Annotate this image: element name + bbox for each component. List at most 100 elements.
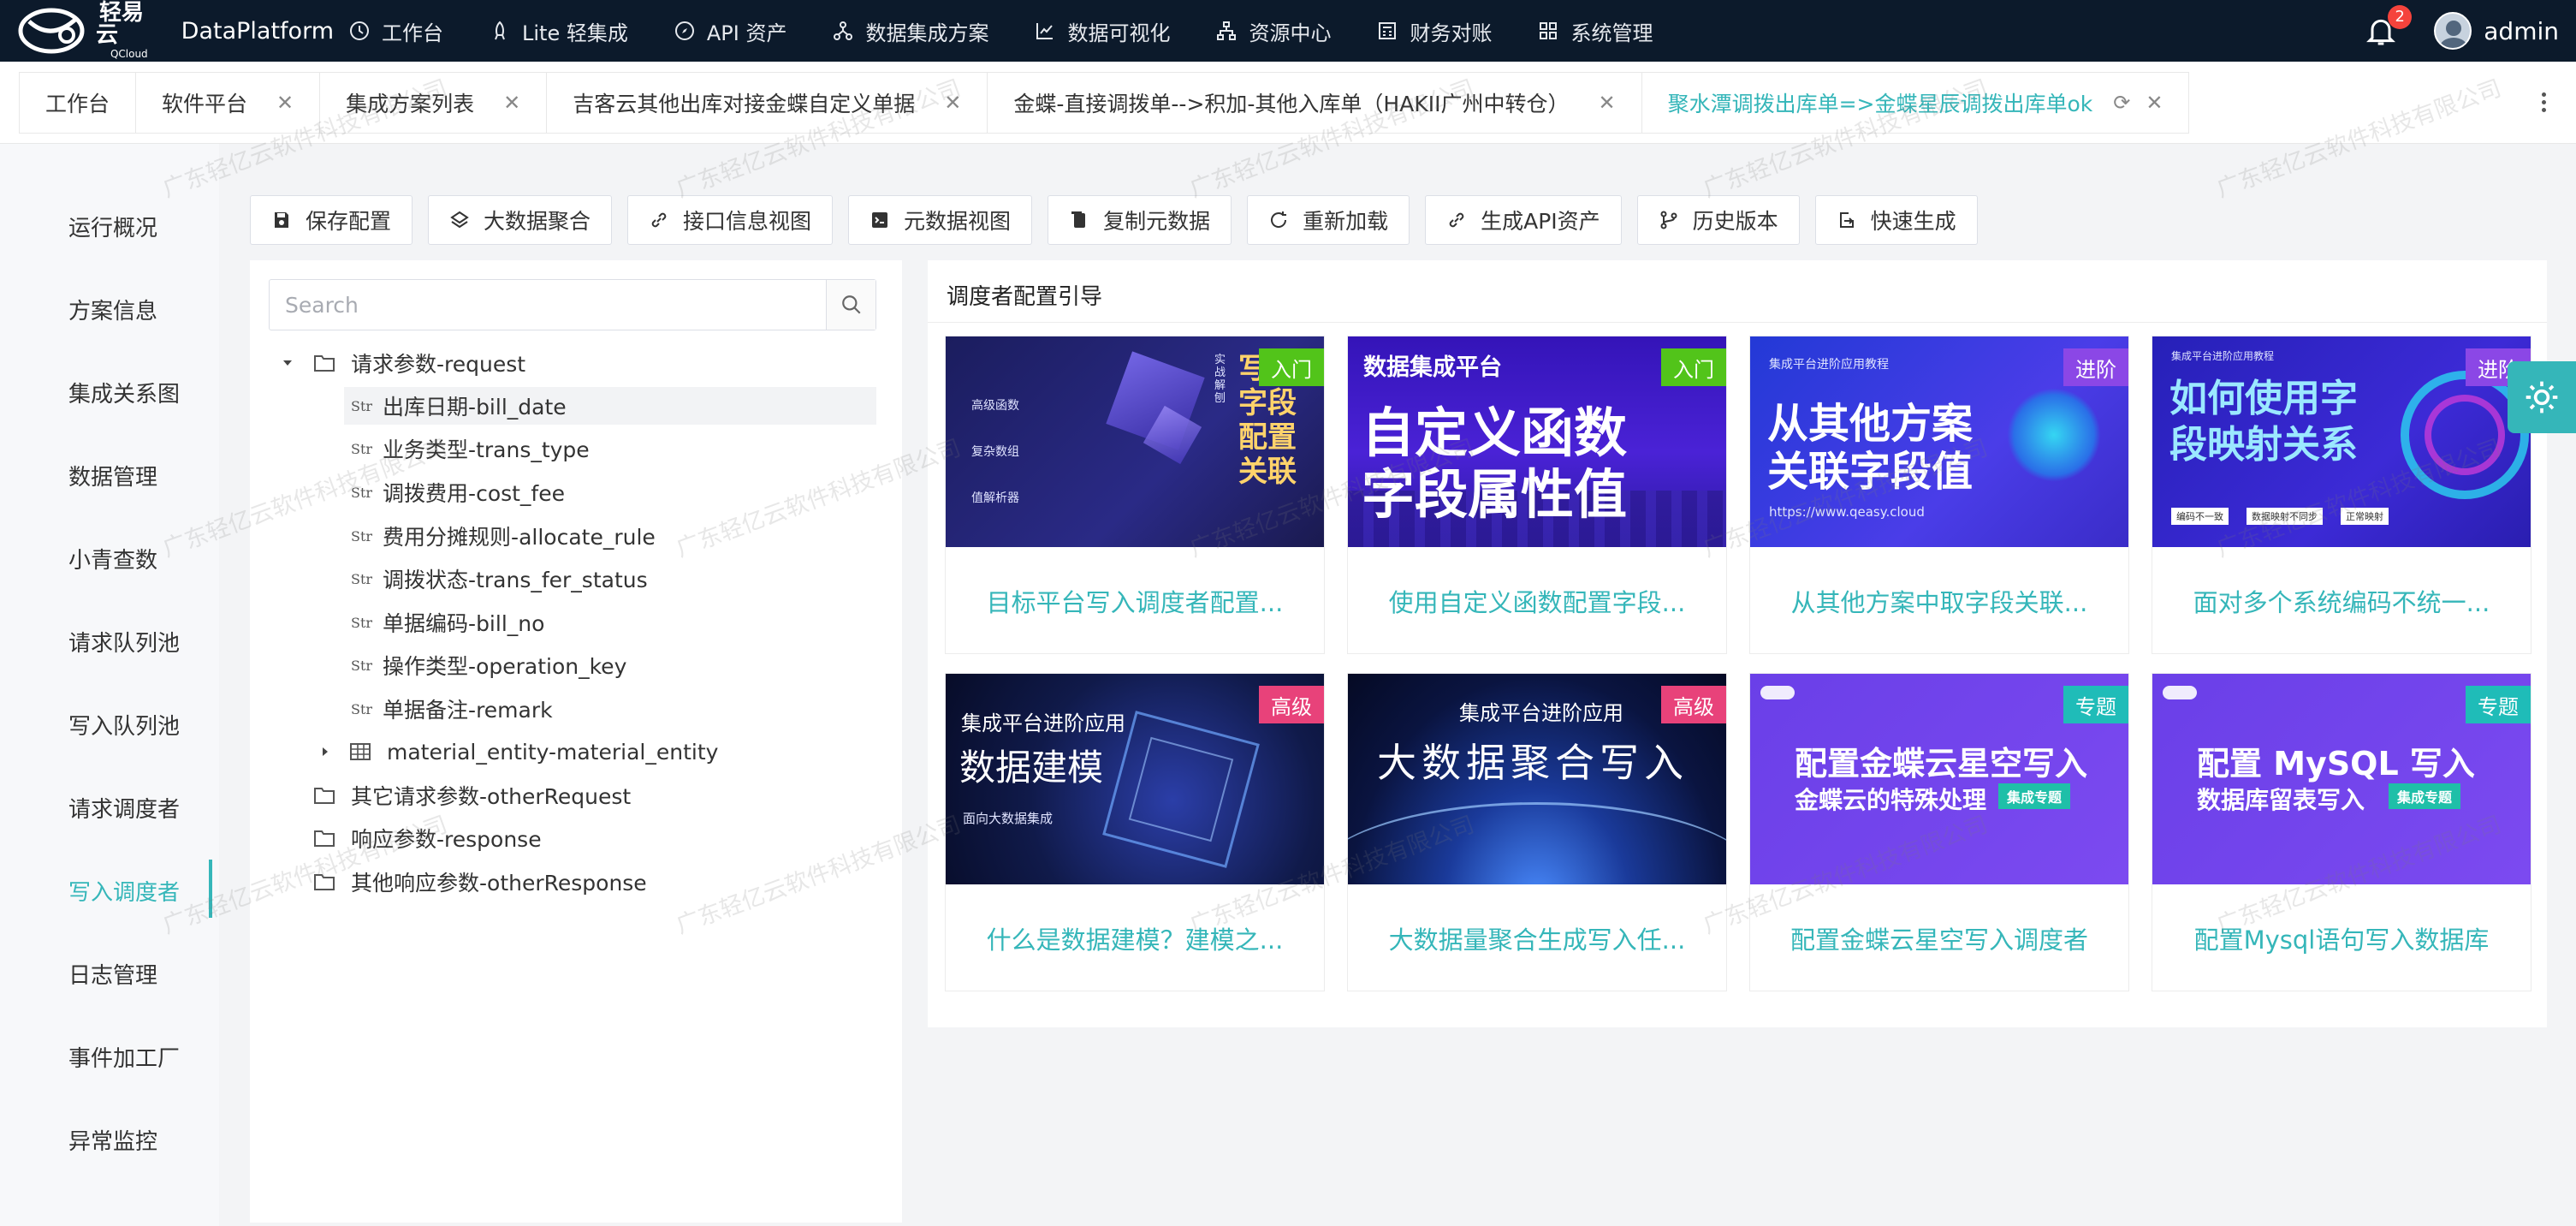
card-title[interactable]: 配置金蝶云星空写入调度者 xyxy=(1750,884,2128,992)
nav-item-resource-center[interactable]: 资源中心 xyxy=(1216,16,1331,46)
caret-down-icon[interactable] xyxy=(279,354,296,372)
tab-solution-list[interactable]: 集成方案列表 ✕ xyxy=(319,72,547,134)
tab-label: 工作台 xyxy=(45,92,110,116)
nav-item-label: API 资产 xyxy=(706,21,787,45)
save-config-button[interactable]: 保存配置 xyxy=(250,195,413,245)
tree-node-material-entity[interactable]: material_entity-material_entity xyxy=(317,733,718,771)
guide-card[interactable]: 集成平台进阶应用 数据建模 面向大数据集成 高级 什么是数据建模？建模之... xyxy=(945,673,1325,991)
nav-item-system-admin[interactable]: 系统管理 xyxy=(1538,16,1653,46)
tree-node-label: 调拨状态-trans_fer_status xyxy=(383,568,648,592)
logo[interactable]: 轻易云 QCloud DataPlatform xyxy=(17,2,334,60)
level-tag: 入门 xyxy=(1661,348,1726,386)
tree-node-other-response[interactable]: 其他响应参数-otherResponse xyxy=(313,863,647,901)
nav-item-label: Lite 轻集成 xyxy=(522,21,628,45)
tab-workbench[interactable]: 工作台 xyxy=(19,72,136,134)
tab-jushuitan-kingdee-active[interactable]: 聚水潭调拨出库单=>金蝶星辰调拨出库单ok ⟳ ✕ xyxy=(1641,72,2190,134)
nav-item-label: 数据集成方案 xyxy=(865,21,989,45)
reload-button[interactable]: 重新加载 xyxy=(1247,195,1410,245)
img-line: 值解析器 xyxy=(971,491,1019,505)
card-title[interactable]: 使用自定义函数配置字段... xyxy=(1348,547,1726,655)
search-input[interactable] xyxy=(270,280,817,330)
caret-right-icon[interactable] xyxy=(317,743,334,760)
card-title[interactable]: 目标平台写入调度者配置... xyxy=(946,547,1324,655)
search-button[interactable] xyxy=(826,280,875,330)
card-title[interactable]: 大数据量聚合生成写入任... xyxy=(1348,884,1726,992)
copy-metadata-button[interactable]: 复制元数据 xyxy=(1048,195,1232,245)
more-vertical-icon[interactable] xyxy=(2542,92,2547,113)
card-title[interactable]: 配置Mysql语句写入数据库 xyxy=(2152,884,2531,992)
tree-node-response[interactable]: 响应参数-response xyxy=(313,819,542,857)
tab-software-platform[interactable]: 软件平台 ✕ xyxy=(135,72,320,134)
left-sidebar: 运行概况 方案信息 集成关系图 数据管理 小青查数 请求队列池 写入队列池 请求… xyxy=(0,144,219,1226)
tree-node-other-request[interactable]: 其它请求参数-otherRequest xyxy=(313,777,631,814)
sidebar-item-event-factory[interactable]: 事件加工厂 xyxy=(68,1041,180,1073)
tree-node-cost-fee[interactable]: Str 调拨费用-cost_fee xyxy=(351,473,565,511)
metadata-view-button[interactable]: 元数据视图 xyxy=(848,195,1033,245)
tab-jackyun-kingdee[interactable]: 吉客云其他出库对接金蝶自定义单据 ✕ xyxy=(546,72,988,134)
guide-card[interactable]: 配置 MySQL 写入 数据库留表写入 集成专题 专题 配置Mysql语句写入数… xyxy=(2152,673,2531,991)
close-icon[interactable]: ✕ xyxy=(276,91,294,115)
nav-item-finance[interactable]: 财务对账 xyxy=(1377,16,1492,46)
tree-node-label: 响应参数-response xyxy=(351,827,542,852)
close-icon[interactable]: ✕ xyxy=(503,91,520,115)
sidebar-item-log-management[interactable]: 日志管理 xyxy=(68,958,157,990)
tab-kingdee-jijia[interactable]: 金蝶-直接调拨单-->积加-其他入库单（HAKII广州中转仓） ✕ xyxy=(987,72,1641,134)
sidebar-item-request-scheduler[interactable]: 请求调度者 xyxy=(68,792,180,824)
tree-node-trans-fer-status[interactable]: Str 调拨状态-trans_fer_status xyxy=(351,560,648,598)
card-title[interactable]: 从其他方案中取字段关联... xyxy=(1750,547,2128,655)
guide-card[interactable]: 集成平台进阶应用教程 如何使用字 段映射关系 编码不一致 数据映射不同步 正常映… xyxy=(2152,336,2531,654)
guide-card[interactable]: 集成平台进阶应用 大数据聚合写入 高级 大数据量聚合生成写入任... xyxy=(1347,673,1727,991)
card-title[interactable]: 面对多个系统编码不统一... xyxy=(2152,547,2531,655)
tree-node-allocate-rule[interactable]: Str 费用分摊规则-allocate_rule xyxy=(351,517,656,555)
nav-item-workbench[interactable]: 工作台 xyxy=(349,16,443,46)
nav-item-label: 工作台 xyxy=(382,21,443,45)
button-label: 快速生成 xyxy=(1870,209,1956,234)
nav-item-label: 数据可视化 xyxy=(1067,21,1171,45)
settings-float-button[interactable] xyxy=(2508,361,2576,433)
generate-api-asset-button[interactable]: 生成API资产 xyxy=(1425,195,1622,245)
sidebar-item-exception-monitor[interactable]: 异常监控 xyxy=(68,1124,157,1156)
big-data-aggregate-button[interactable]: 大数据聚合 xyxy=(428,195,613,245)
card-title[interactable]: 什么是数据建模？建模之... xyxy=(946,884,1324,992)
refresh-icon[interactable]: ⟳ xyxy=(2113,91,2130,115)
tree-node-remark[interactable]: Str 单据备注-remark xyxy=(351,690,553,728)
sidebar-item-query[interactable]: 小青查数 xyxy=(68,543,157,574)
nav-item-integration-solutions[interactable]: 数据集成方案 xyxy=(833,16,988,46)
string-type-icon: Str xyxy=(351,657,373,674)
nav-item-api-assets[interactable]: API 资产 xyxy=(674,16,787,46)
sidebar-item-data-management[interactable]: 数据管理 xyxy=(68,460,157,491)
tree-node-trans-type[interactable]: Str 业务类型-trans_type xyxy=(351,430,590,467)
img-headline: 大数据聚合写入 xyxy=(1377,740,1689,786)
quick-generate-button[interactable]: 快速生成 xyxy=(1814,195,1978,245)
tree-node-request[interactable]: 请求参数-request xyxy=(279,344,525,382)
img-headline: 字段属性值 xyxy=(1362,463,1628,526)
sidebar-item-relation-graph[interactable]: 集成关系图 xyxy=(68,377,180,408)
nav-item-visualization[interactable]: 数据可视化 xyxy=(1035,16,1170,46)
platform-name: DataPlatform xyxy=(181,17,334,45)
tree-node-operation-key[interactable]: Str 操作类型-operation_key xyxy=(351,646,626,684)
notification-button[interactable]: 2 xyxy=(2364,5,2413,48)
username[interactable]: admin xyxy=(2484,17,2559,45)
guide-card[interactable]: 数据集成平台 自定义函数 字段属性值 入门 使用自定义函数配置字段... xyxy=(1347,336,1727,654)
sidebar-item-solution-info[interactable]: 方案信息 xyxy=(68,294,157,325)
nav-item-lite[interactable]: Lite 轻集成 xyxy=(490,16,628,46)
guide-card[interactable]: 高级函数 复杂数组 值解析器 实战解刨 写入字段配置关联 入门 目标平台写入调度… xyxy=(945,336,1325,654)
img-chip: 正常映射 xyxy=(2341,508,2389,525)
tree-node-bill-no[interactable]: Str 单据编码-bill_no xyxy=(351,604,544,641)
sidebar-item-write-scheduler[interactable]: 写入调度者 xyxy=(68,875,180,907)
avatar[interactable] xyxy=(2434,12,2472,50)
user-area: 2 admin xyxy=(2364,0,2559,62)
close-icon[interactable]: ✕ xyxy=(944,91,961,115)
close-icon[interactable]: ✕ xyxy=(1598,91,1615,115)
tree-node-bill-date[interactable]: Str 出库日期-bill_date xyxy=(344,387,876,425)
sidebar-item-write-queue[interactable]: 写入队列池 xyxy=(68,709,180,741)
close-icon[interactable]: ✕ xyxy=(2146,91,2163,115)
sidebar-item-request-queue[interactable]: 请求队列池 xyxy=(68,626,180,658)
guide-card[interactable]: 配置金蝶云星空写入 金蝶云的特殊处理 集成专题 专题 配置金蝶云星空写入调度者 xyxy=(1749,673,2129,991)
history-version-button[interactable]: 历史版本 xyxy=(1636,195,1800,245)
interface-info-view-button[interactable]: 接口信息视图 xyxy=(627,195,834,245)
clock-icon xyxy=(350,21,369,40)
guide-card[interactable]: 集成平台进阶应用教程 从其他方案 关联字段值 https://www.qeasy… xyxy=(1749,336,2129,654)
search-icon xyxy=(841,295,861,314)
sidebar-item-overview[interactable]: 运行概况 xyxy=(68,211,157,242)
